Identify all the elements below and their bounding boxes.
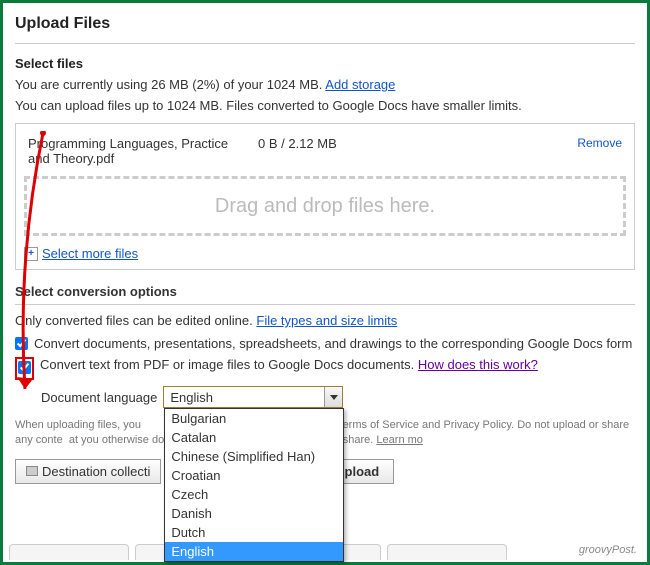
file-name: Programming Languages, Practice and Theo… — [28, 136, 258, 166]
destination-collection-button[interactable]: Destination collecti — [15, 459, 161, 484]
file-panel: Programming Languages, Practice and Theo… — [15, 123, 635, 270]
upload-limit-text: You can upload files up to 1024 MB. File… — [15, 98, 635, 113]
language-option[interactable]: Catalan — [165, 428, 343, 447]
language-dropdown[interactable]: BulgarianCatalanChinese (Simplified Han)… — [164, 408, 344, 562]
select-more-files-link[interactable]: Select more files — [42, 246, 138, 261]
select-more-files[interactable]: + Select more files — [24, 246, 626, 261]
watermark: groovyPost. — [579, 544, 637, 556]
storage-usage-line: You are currently using 26 MB (2%) of yo… — [15, 77, 635, 92]
file-row: Programming Languages, Practice and Theo… — [24, 132, 626, 176]
convert-pdf-label: Convert text from PDF or image files to … — [40, 357, 418, 372]
drop-zone[interactable]: Drag and drop files here. — [24, 176, 626, 236]
language-option[interactable]: English — [165, 542, 343, 561]
convert-pdf-checkbox[interactable] — [18, 361, 31, 374]
convert-docs-label: Convert documents, presentations, spread… — [34, 336, 632, 351]
file-progress: 0 B / 2.12 MB — [258, 136, 398, 151]
conversion-heading: Select conversion options — [15, 284, 635, 305]
learn-more-link[interactable]: Learn mo — [376, 434, 422, 446]
tab-placeholder[interactable] — [9, 544, 129, 560]
language-option[interactable]: Czech — [165, 485, 343, 504]
language-option[interactable]: Chinese (Simplified Han) — [165, 447, 343, 466]
document-language-label: Document language — [41, 390, 157, 405]
file-types-link[interactable]: File types and size limits — [256, 313, 397, 328]
language-select[interactable]: English BulgarianCatalanChinese (Simplif… — [163, 386, 343, 408]
how-does-this-work-link[interactable]: How does this work? — [418, 357, 538, 372]
highlight-box — [15, 357, 34, 380]
add-storage-link[interactable]: Add storage — [325, 77, 395, 92]
language-option[interactable]: Dutch — [165, 523, 343, 542]
convert-docs-checkbox[interactable] — [15, 337, 28, 350]
tab-placeholder[interactable] — [387, 544, 507, 560]
language-option[interactable]: Bulgarian — [165, 409, 343, 428]
plus-icon: + — [24, 247, 38, 261]
select-files-heading: Select files — [15, 56, 635, 71]
language-option[interactable]: Danish — [165, 504, 343, 523]
language-option[interactable]: Croatian — [165, 466, 343, 485]
page-title: Upload Files — [15, 15, 635, 44]
language-selected-value: English — [164, 390, 324, 405]
folder-icon — [26, 466, 38, 476]
only-converted-line: Only converted files can be edited onlin… — [15, 313, 635, 328]
remove-file-link[interactable]: Remove — [577, 136, 622, 150]
chevron-down-icon[interactable] — [324, 387, 342, 407]
